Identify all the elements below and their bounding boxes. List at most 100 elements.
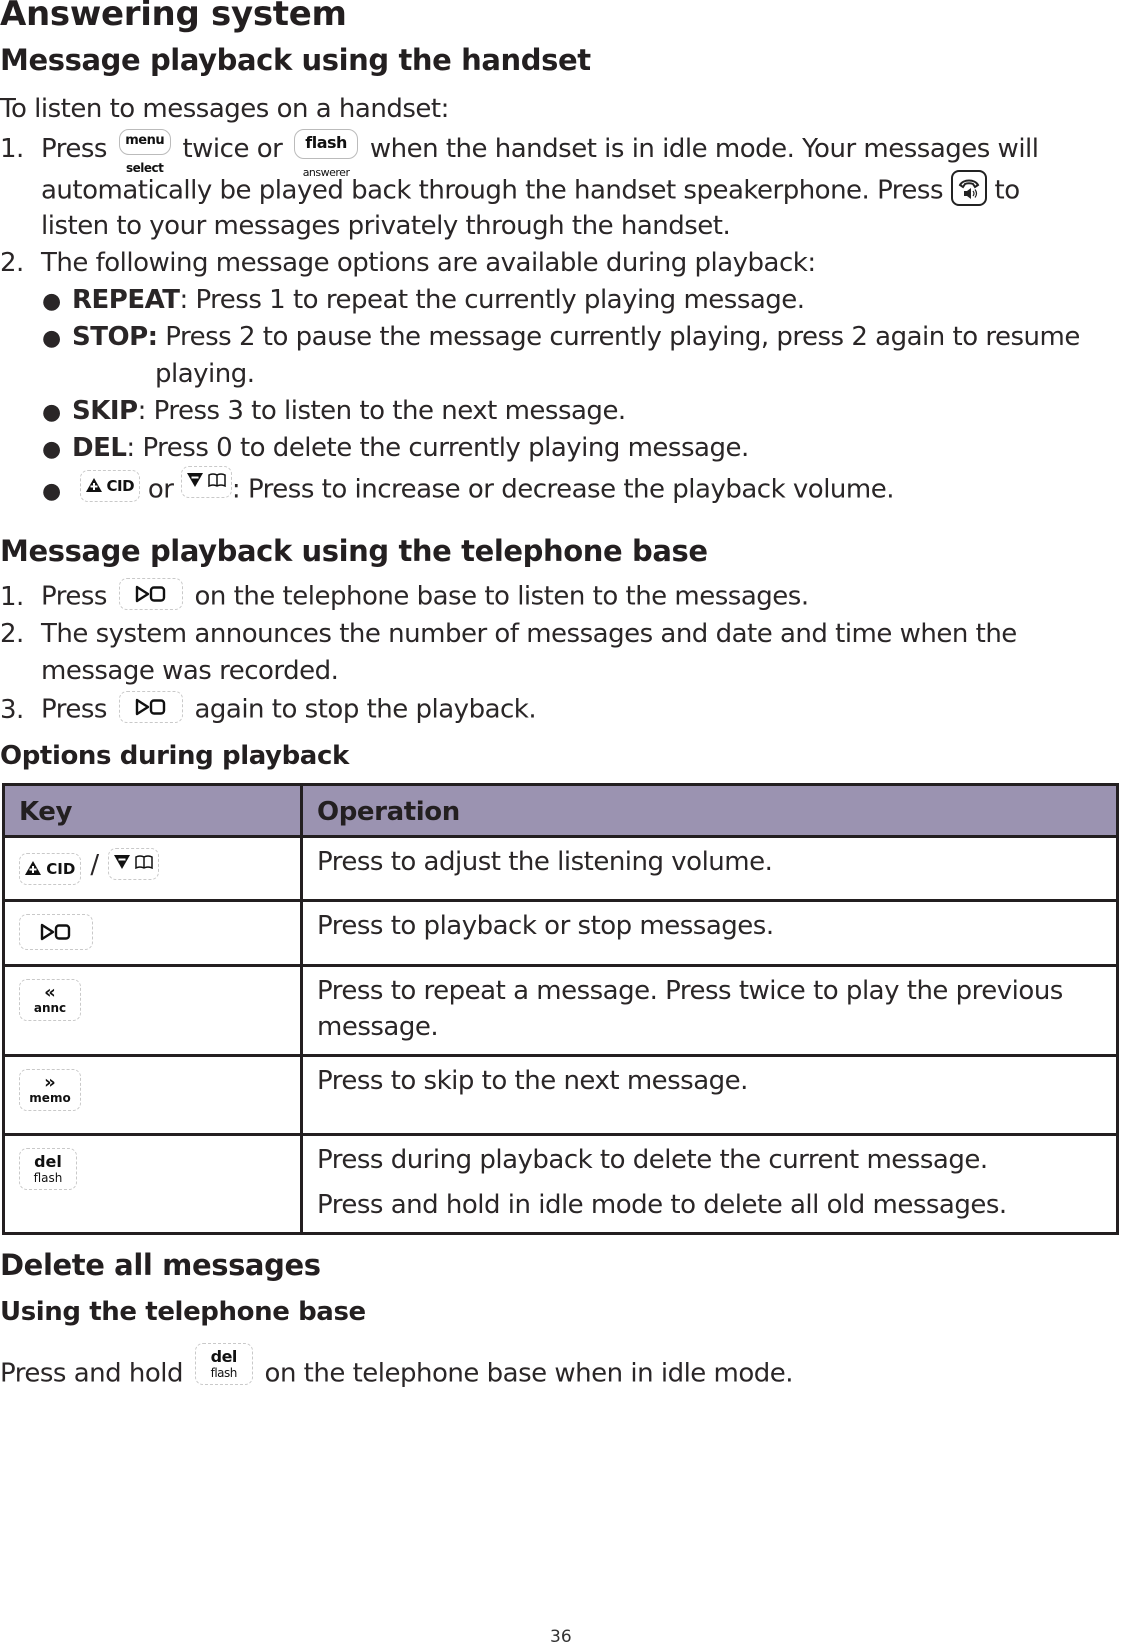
play-stop-icon [40, 923, 71, 941]
step-text: The following message options are availa… [41, 248, 816, 278]
handset-step-1: 1. Press menu select twice or flash answere… [0, 128, 1039, 178]
section-heading-handset: Message playback using the handset [0, 43, 591, 77]
step-text: to [994, 175, 1021, 206]
key-separator: / [90, 850, 99, 880]
step-text: Press [41, 694, 107, 725]
base-step-3: 3. Press again to stop the playback. [0, 691, 537, 726]
key-label: memo [29, 1091, 71, 1105]
option-volume: ● CID or : Press to increase or decrease… [42, 466, 895, 506]
step-text: when the handset is in idle mode. Your m… [369, 134, 1039, 164]
play-stop-key [118, 691, 183, 723]
operation-text: Press and hold in idle mode to delete al… [317, 1190, 1007, 1220]
page-number: 36 [550, 1627, 572, 1647]
section-heading-base: Message playback using the telephone bas… [0, 534, 708, 568]
menu-select-key: menu select [118, 128, 171, 174]
table-row: del flash Press during playback to delet… [2, 1133, 1119, 1235]
option-stop-continuation: playing. [155, 359, 255, 389]
repeat-annc-key: « annc [19, 979, 81, 1021]
operation-text: Press to skip to the next message. [317, 1066, 748, 1096]
option-text: : Press 1 to repeat the currently playin… [179, 285, 805, 315]
table-row: Press to playback or stop messages. [2, 899, 1119, 967]
phonebook-icon [208, 473, 226, 488]
phonebook-icon [135, 854, 153, 869]
option-label: STOP: [72, 322, 158, 352]
key-bottom-label: select [126, 160, 164, 175]
volume-up-cid-key: CID [79, 470, 141, 502]
operation-cell: Press to adjust the listening volume. [300, 835, 1119, 902]
option-label: REPEAT [72, 285, 180, 315]
bullet-icon: ● [42, 289, 61, 314]
fast-forward-icon: » [44, 1072, 56, 1093]
skip-memo-key: » memo [19, 1069, 81, 1111]
option-del: ● DEL: Press 0 to delete the currently pl… [42, 433, 749, 463]
step-text: on the telephone base to listen to the m… [194, 581, 809, 612]
base-step-2-continuation: message was recorded. [41, 656, 339, 686]
operation-text: Press to repeat a message. Press twice t… [317, 976, 1063, 1042]
volume-up-triangle-icon [25, 860, 41, 875]
volume-up-cid-key: CID [19, 852, 82, 885]
bullet-icon: ● [42, 400, 61, 425]
del-flash-key: del flash [194, 1343, 253, 1385]
key-cell: CID / [2, 835, 303, 902]
key-cell: del flash [2, 1133, 303, 1235]
options-table-heading: Options during playback [0, 741, 349, 771]
option-text: : Press to increase or decrease the play… [231, 474, 895, 505]
del-flash-key: del flash [19, 1148, 77, 1190]
volume-down-phonebook-key [181, 466, 232, 498]
step-number: 3. [0, 694, 24, 725]
key-top-label: flash [305, 132, 347, 152]
option-repeat: ● REPEAT: Press 1 to repeat the currently… [42, 285, 805, 315]
key-cell [2, 899, 303, 967]
key-label: CID [106, 477, 135, 495]
speakerphone-glyph [958, 179, 980, 199]
operation-text: Press to adjust the listening volume. [317, 847, 773, 877]
play-stop-key [118, 578, 183, 610]
key-bottom-label: flash [33, 1171, 63, 1185]
play-stop-key [19, 914, 93, 950]
handset-intro: To listen to messages on a handset: [0, 94, 449, 124]
handset-step-1-line3: listen to your messages privately throug… [41, 211, 731, 241]
volume-up-triangle-icon [85, 478, 102, 492]
play-stop-icon [135, 698, 165, 716]
bullet-icon: ● [42, 326, 61, 351]
volume-down-phonebook-key [107, 847, 159, 880]
key-top-label: del [34, 1152, 62, 1171]
step-text: The system announces the number of messa… [41, 619, 1017, 649]
operation-text: Press to playback or stop messages. [317, 911, 774, 941]
key-top-label: menu [125, 132, 165, 148]
operation-cell: Press to repeat a message. Press twice t… [300, 964, 1119, 1057]
step-number: 1. [0, 581, 24, 612]
section-heading-delete: Delete all messages [0, 1248, 321, 1282]
operation-cell: Press to skip to the next message. [300, 1054, 1119, 1136]
delete-subheading: Using the telephone base [0, 1297, 366, 1327]
flash-answerer-key: flash answerer [294, 128, 359, 178]
key-label: annc [33, 1001, 67, 1015]
option-label: SKIP [72, 396, 138, 426]
table-row: CID / Press to adjust the listening volu… [2, 835, 1119, 902]
step-number: 2. [0, 619, 24, 649]
table-row: » memo Press to skip to the next message… [2, 1054, 1119, 1136]
operation-text: Press during playback to delete the curr… [317, 1145, 988, 1175]
step-text: again to stop the playback. [194, 694, 537, 725]
play-stop-icon [135, 585, 165, 603]
or-text: or [147, 474, 174, 505]
bullet-icon: ● [42, 478, 61, 504]
key-top-label: del [210, 1347, 238, 1366]
rewind-icon: « [44, 982, 56, 1003]
handset-step-1-line2: automatically be played back through the… [41, 170, 1021, 209]
step-number: 1. [0, 134, 24, 164]
base-step-2: 2. The system announces the number of mes… [0, 619, 1017, 649]
option-skip: ● SKIP: Press 3 to listen to the next mes… [42, 396, 626, 426]
option-text: : Press 0 to delete the currently playin… [126, 433, 749, 463]
base-step-1: 1. Press on the telephone base to listen … [0, 578, 809, 613]
speakerphone-icon [950, 170, 987, 206]
bullet-icon: ● [42, 437, 61, 462]
option-label: DEL [72, 433, 127, 463]
table-header-row: Key Operation [2, 783, 1119, 838]
column-header-key: Key [2, 783, 303, 838]
step-text: Press [41, 134, 107, 164]
key-bottom-label: flash [210, 1366, 238, 1380]
options-table: Key Operation CID / Press to adjust the … [2, 783, 1119, 1235]
step-text: Press [41, 581, 107, 612]
volume-down-triangle-icon [113, 854, 130, 869]
